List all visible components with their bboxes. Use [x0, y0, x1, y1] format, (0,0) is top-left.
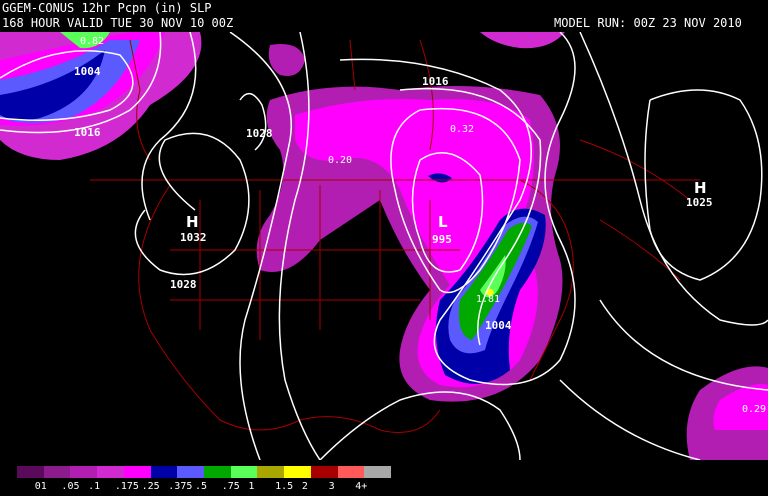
isobar-label: 995 — [432, 233, 452, 246]
precip-max-label: 0.32 — [450, 124, 474, 135]
legend-tick-label: .25 — [141, 481, 160, 492]
isobar-label: 1028 — [246, 127, 273, 140]
legend-tick-label: 1.5 — [275, 481, 294, 492]
isobar-label: 1016 — [422, 75, 449, 88]
legend-swatch — [123, 466, 151, 478]
legend-swatch — [177, 466, 205, 478]
low-center-marker: L — [438, 213, 448, 231]
legend-swatch — [204, 466, 231, 478]
legend-tick-label: .375 — [168, 481, 193, 492]
isobar-label: 1032 — [180, 231, 207, 244]
legend-tick-label: .1 — [88, 481, 101, 492]
legend-swatch — [230, 466, 258, 478]
isobar-label: 1004 — [74, 65, 101, 78]
map-page: { "header": { "title": "GGEM-CONUS 12hr … — [0, 0, 768, 496]
isobar-label: 1025 — [686, 196, 713, 209]
legend-swatch — [17, 466, 44, 478]
legend-tick-label: 2 — [301, 481, 308, 492]
legend-ticks: 01 .05 .1 .175.25 .375.5 .75 1 1.5 2 3 4+ — [0, 481, 400, 495]
precip-max-label: 0.82 — [80, 36, 104, 47]
isobar-label: 1004 — [485, 319, 512, 332]
legend-swatch — [310, 466, 338, 478]
precip-fill — [0, 32, 768, 460]
legend-tick-label: .5 — [195, 481, 208, 492]
valid-time: 168 HOUR VALID TUE 30 NOV 10 00Z — [2, 16, 234, 30]
legend-tick-label: 3 — [328, 481, 335, 492]
legend-tick-label: 4+ — [355, 481, 368, 492]
isobar-label: 1016 — [74, 126, 101, 139]
legend-swatch — [284, 466, 311, 478]
legend-swatch — [43, 466, 71, 478]
legend-tick-label: .75 — [221, 481, 240, 492]
legend-tick-label: .05 — [61, 481, 80, 492]
isobar-label: 1028 — [170, 278, 197, 291]
legend-tick-label: 01 — [34, 481, 47, 492]
precip-slp-map: 1004 1016 1028 1016 1032 1028 995 1004 1… — [0, 32, 768, 460]
legend-swatch — [150, 466, 178, 478]
legend-swatch — [257, 466, 285, 478]
legend-swatch — [70, 466, 98, 478]
precip-max-label: 0.20 — [328, 155, 352, 166]
high-center-marker: H — [694, 179, 707, 197]
legend-swatch — [97, 466, 124, 478]
map-title: GGEM-CONUS 12hr Pcpn (in) SLP — [2, 1, 212, 15]
model-run: MODEL RUN: 00Z 23 NOV 2010 — [554, 16, 742, 30]
legend-swatch — [337, 466, 365, 478]
legend-swatch — [364, 466, 392, 478]
precip-max-label: 1.81 — [476, 294, 500, 305]
precip-max-label: 0.29 — [742, 404, 766, 415]
color-legend — [17, 466, 392, 478]
legend-tick-label: .175 — [114, 481, 139, 492]
high-center-marker: H — [186, 213, 199, 231]
legend-tick-label: 1 — [248, 481, 255, 492]
